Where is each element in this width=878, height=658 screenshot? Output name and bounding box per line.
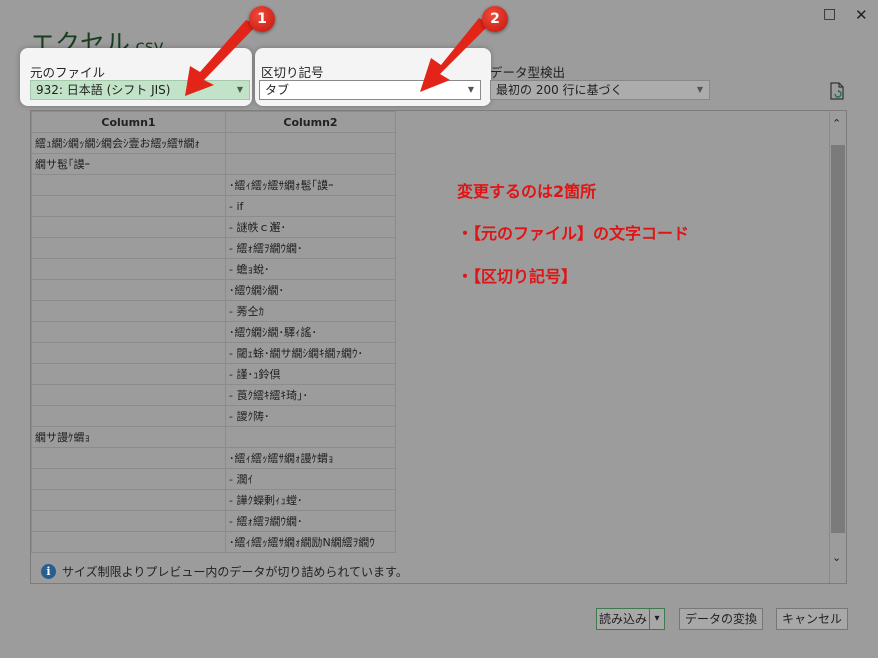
table-cell [31,489,226,511]
preview-pane: Column1 Column2 繧ｭ繝ｼ繝ｯ繝ｼ繝会ｼ壹お繧ｯ繧ｻ繝ｫ 繝サ髢｢謨… [30,110,847,584]
info-icon: i [41,564,56,579]
load-dropdown-icon[interactable]: ▾ [649,608,665,630]
cancel-button[interactable]: キャンセル [776,608,848,630]
table-row: - 濶ｲ [31,468,396,490]
table-row: - 謎帙ｃ邂･ [31,216,396,238]
table-cell: 繝サ髢｢謨ｰ [31,153,226,175]
table-cell: ･繧ｳ繝ｼ繝･ [225,279,396,301]
table-cell: ･繧ｨ繧ｯ繧ｻ繝ｫ髢｢謨ｰ [225,174,396,196]
step-badge-1: 1 [249,6,275,32]
table-cell [31,510,226,532]
table-row: - 莠仝ｶ [31,300,396,322]
table-cell [31,216,226,238]
red-arrow-1 [185,20,258,96]
table-row: - if [31,195,396,217]
vertical-scrollbar[interactable]: ⌃ ⌄ [829,111,846,583]
table-cell [31,321,226,343]
table-row: - 謹･ｭ鈴倶 [31,363,396,385]
table-cell: - 莨ｸ繧ｷ繧ｷ琦｣･ [225,384,396,406]
table-row: - 譁ｸ蠑剰ｨｭ螳･ [31,489,396,511]
table-cell: - 蟾ｮ蛻･ [225,258,396,280]
table-cell: - 譁ｸ蠑剰ｨｭ螳･ [225,489,396,511]
table-cell: - 莠仝ｶ [225,300,396,322]
scrollbar-thumb[interactable] [831,145,845,533]
table-cell: ･繧ｨ繧ｯ繧ｻ繝ｫ謾ｹ蝟ｮ [225,447,396,469]
table-row: 繝サ髢｢謨ｰ [31,153,396,175]
table-row: ･繧ｳ繝ｼ繝･ [31,279,396,301]
table-cell [31,405,226,427]
truncation-text: サイズ制限よりプレビュー内のデータが切り詰められています。 [62,565,408,579]
table-cell [31,363,226,385]
table-cell [31,237,226,259]
table-row: ･繧ｨ繧ｯ繧ｻ繝ｫ髢｢謨ｰ [31,174,396,196]
table-row: 繝サ謾ｹ蝟ｮ [31,426,396,448]
red-arrow-2 [420,18,490,92]
table-row: - 繧ｫ繧ｦ繝ｳ繝･ [31,237,396,259]
table-cell [31,258,226,280]
table-row: ･繧ｳ繝ｼ繝･驛ｨ謠･ [31,321,396,343]
transform-data-button[interactable]: データの変換 [679,608,763,630]
table-cell: - 謹･ｭ鈴倶 [225,363,396,385]
step-badge-2: 2 [482,6,508,32]
table-cell [31,342,226,364]
table-cell [225,153,396,175]
table-cell: - 繧ｫ繧ｦ繝ｳ繝･ [225,237,396,259]
annotation-line-3: ・【区切り記号】 [457,267,578,286]
table-cell: - if [225,195,396,217]
table-row: - 蟾ｮ蛻･ [31,258,396,280]
truncation-notice: i サイズ制限よりプレビュー内のデータが切り詰められています。 [41,563,408,580]
table-cell: - 謎帙ｃ邂･ [225,216,396,238]
table-cell: - 閾ｪ蜍･繝サ繝ｼ繝ｷ繝ｧ繝ｳ･ [225,342,396,364]
scroll-down-icon[interactable]: ⌄ [832,551,841,564]
table-cell [31,174,226,196]
table-cell [31,447,226,469]
preview-table: Column1 Column2 繧ｭ繝ｼ繝ｯ繝ｼ繝会ｼ壹お繧ｯ繧ｻ繝ｫ 繝サ髢｢謨… [31,111,396,553]
table-cell: 繝サ謾ｹ蝟ｮ [31,426,226,448]
table-cell [31,384,226,406]
table-row: ･繧ｨ繧ｯ繧ｻ繝ｫ繝励Ν繝繧ｦ繝ｳ [31,531,396,553]
annotation-arrows [185,18,490,96]
table-cell [31,195,226,217]
table-row: - 莨ｸ繧ｷ繧ｷ琦｣･ [31,384,396,406]
table-cell [225,426,396,448]
table-cell [31,531,226,553]
table-row: - 謖ｸ陦･ [31,405,396,427]
table-cell [31,468,226,490]
table-cell [31,279,226,301]
table-cell [31,300,226,322]
table-row: - 閾ｪ蜍･繝サ繝ｼ繝ｷ繝ｧ繝ｳ･ [31,342,396,364]
load-button[interactable]: 読み込み [596,608,650,630]
annotation-line-1: 変更するのは2箇所 [457,182,597,201]
table-cell: - 繧ｫ繧ｦ繝ｳ繝･ [225,510,396,532]
table-cell: - 濶ｲ [225,468,396,490]
table-cell: - 謖ｸ陦･ [225,405,396,427]
table-row: - 繧ｫ繧ｦ繝ｳ繝･ [31,510,396,532]
table-cell: ･繧ｨ繧ｯ繧ｻ繝ｫ繝励Ν繝繧ｦ繝ｳ [225,531,396,553]
annotation-line-2: ・【元のファイル】の文字コード [457,224,690,243]
table-row: ･繧ｨ繧ｯ繧ｻ繝ｫ謾ｹ蝟ｮ [31,447,396,469]
table-cell: ･繧ｳ繝ｼ繝･驛ｨ謠･ [225,321,396,343]
